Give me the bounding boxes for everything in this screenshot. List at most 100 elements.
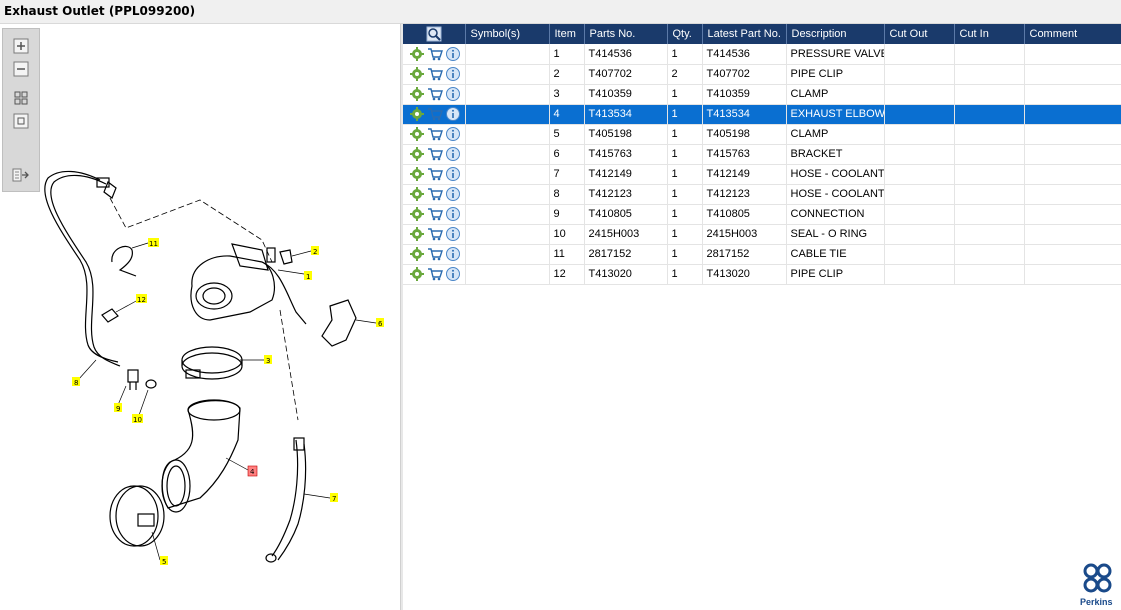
pipe-clip-12-drawing (101, 308, 119, 323)
info-icon[interactable] (445, 146, 461, 162)
cell-latest-part-no: T412123 (702, 184, 787, 205)
info-icon[interactable] (445, 126, 461, 142)
cell-cut-in (954, 204, 1025, 225)
table-row[interactable]: 8 T412123 1 T412123 HOSE - COOLANT (403, 184, 1121, 205)
col-header-symbols[interactable]: Symbol(s) (465, 24, 550, 44)
col-header-cut-out[interactable]: Cut Out (884, 24, 955, 44)
table-row[interactable]: 2 T407702 2 T407702 PIPE CLIP (403, 64, 1121, 85)
svg-text:7: 7 (332, 495, 336, 503)
gear-icon[interactable] (409, 206, 425, 222)
col-header-parts-no[interactable]: Parts No. (584, 24, 668, 44)
gear-icon[interactable] (409, 246, 425, 262)
cart-icon[interactable] (427, 226, 443, 242)
zoom-out-button[interactable] (11, 60, 31, 78)
gear-icon[interactable] (409, 86, 425, 102)
info-icon[interactable] (445, 266, 461, 282)
cell-latest-part-no: T410805 (702, 204, 787, 225)
table-row[interactable]: 3 T410359 1 T410359 CLAMP (403, 84, 1121, 105)
table-row[interactable]: 10 2415H003 1 2415H003 SEAL - O RING (403, 224, 1121, 245)
col-header-comment[interactable]: Comment (1024, 24, 1121, 44)
gear-icon[interactable] (409, 226, 425, 242)
gear-icon[interactable] (409, 66, 425, 82)
cart-icon[interactable] (427, 86, 443, 102)
cart-icon[interactable] (427, 206, 443, 222)
cell-comment (1024, 264, 1121, 285)
info-icon[interactable] (445, 106, 461, 122)
table-row[interactable]: 7 T412149 1 T412149 HOSE - COOLANT (403, 164, 1121, 185)
callout-11[interactable]: 11 (148, 238, 159, 248)
cell-description: CLAMP (786, 124, 885, 145)
col-header-item[interactable]: Item (549, 24, 585, 44)
info-icon[interactable] (445, 86, 461, 102)
cell-description: BRACKET (786, 144, 885, 165)
col-header-qty[interactable]: Qty. (667, 24, 703, 44)
export-button[interactable] (11, 166, 31, 184)
callout-8[interactable]: 8 (72, 377, 80, 387)
callout-5[interactable]: 5 (160, 556, 168, 566)
cart-icon[interactable] (427, 246, 443, 262)
cell-comment (1024, 144, 1121, 165)
col-header-description[interactable]: Description (786, 24, 885, 44)
cart-icon[interactable] (427, 126, 443, 142)
svg-text:6: 6 (378, 320, 383, 328)
callout-9[interactable]: 9 (114, 403, 122, 413)
table-row[interactable]: 4 T413534 1 T413534 EXHAUST ELBOW (403, 104, 1121, 125)
gear-icon[interactable] (409, 106, 425, 122)
cart-icon[interactable] (427, 266, 443, 282)
cable-tie-11-drawing (111, 245, 137, 277)
callout-3[interactable]: 3 (264, 355, 272, 365)
cart-icon[interactable] (427, 146, 443, 162)
table-row[interactable]: 11 2817152 1 2817152 CABLE TIE (403, 244, 1121, 265)
gear-icon[interactable] (409, 186, 425, 202)
callout-10[interactable]: 10 (132, 414, 143, 424)
cart-icon[interactable] (427, 166, 443, 182)
cart-icon[interactable] (427, 106, 443, 122)
gear-icon[interactable] (409, 166, 425, 182)
info-icon[interactable] (445, 226, 461, 242)
find-in-drawing-header[interactable] (403, 24, 466, 44)
cell-cut-in (954, 184, 1025, 205)
info-icon[interactable] (445, 246, 461, 262)
table-row[interactable]: 6 T415763 1 T415763 BRACKET (403, 144, 1121, 165)
info-icon[interactable] (445, 186, 461, 202)
callout-4[interactable]: 4 (247, 465, 258, 477)
connection-9-drawing (127, 369, 139, 383)
table-row[interactable]: 12 T413020 1 T413020 PIPE CLIP (403, 264, 1121, 285)
gear-icon[interactable] (409, 46, 425, 62)
fit-all-button[interactable] (11, 89, 31, 107)
gear-icon[interactable] (409, 146, 425, 162)
table-row[interactable]: 5 T405198 1 T405198 CLAMP (403, 124, 1121, 145)
callout-6[interactable]: 6 (376, 318, 384, 328)
gear-icon[interactable] (409, 266, 425, 282)
cell-parts-no: T412149 (584, 164, 668, 185)
table-row[interactable]: 1 T414536 1 T414536 PRESSURE VALVE (403, 44, 1121, 65)
gear-icon[interactable] (409, 126, 425, 142)
info-icon[interactable] (445, 166, 461, 182)
zoom-in-button[interactable] (11, 37, 31, 55)
callout-12[interactable]: 12 (136, 294, 147, 304)
svg-text:12: 12 (137, 296, 146, 304)
cell-cut-out (884, 84, 955, 105)
cell-description: EXHAUST ELBOW (786, 104, 885, 125)
callout-2[interactable]: 2 (311, 246, 319, 256)
info-icon[interactable] (445, 46, 461, 62)
cell-cut-in (954, 244, 1025, 265)
info-icon[interactable] (445, 206, 461, 222)
drawing-viewer[interactable]: 1 2 3 4 5 6 7 8 9 10 11 12 (0, 24, 400, 610)
callout-1[interactable]: 1 (304, 271, 312, 281)
cart-icon[interactable] (427, 186, 443, 202)
cart-icon[interactable] (427, 46, 443, 62)
cart-icon[interactable] (427, 66, 443, 82)
window-title: Exhaust Outlet (PPL099200) (4, 4, 196, 18)
callout-7[interactable]: 7 (330, 493, 338, 503)
viewer-toolbar (2, 28, 40, 192)
cell-symbols (465, 64, 550, 85)
info-icon[interactable] (445, 66, 461, 82)
col-header-cut-in[interactable]: Cut In (954, 24, 1025, 44)
row-actions (403, 124, 466, 145)
col-header-latest-part-no[interactable]: Latest Part No. (702, 24, 787, 44)
cell-comment (1024, 64, 1121, 85)
cell-parts-no: 2817152 (584, 244, 668, 265)
table-row[interactable]: 9 T410805 1 T410805 CONNECTION (403, 204, 1121, 225)
fit-window-button[interactable] (11, 112, 31, 130)
